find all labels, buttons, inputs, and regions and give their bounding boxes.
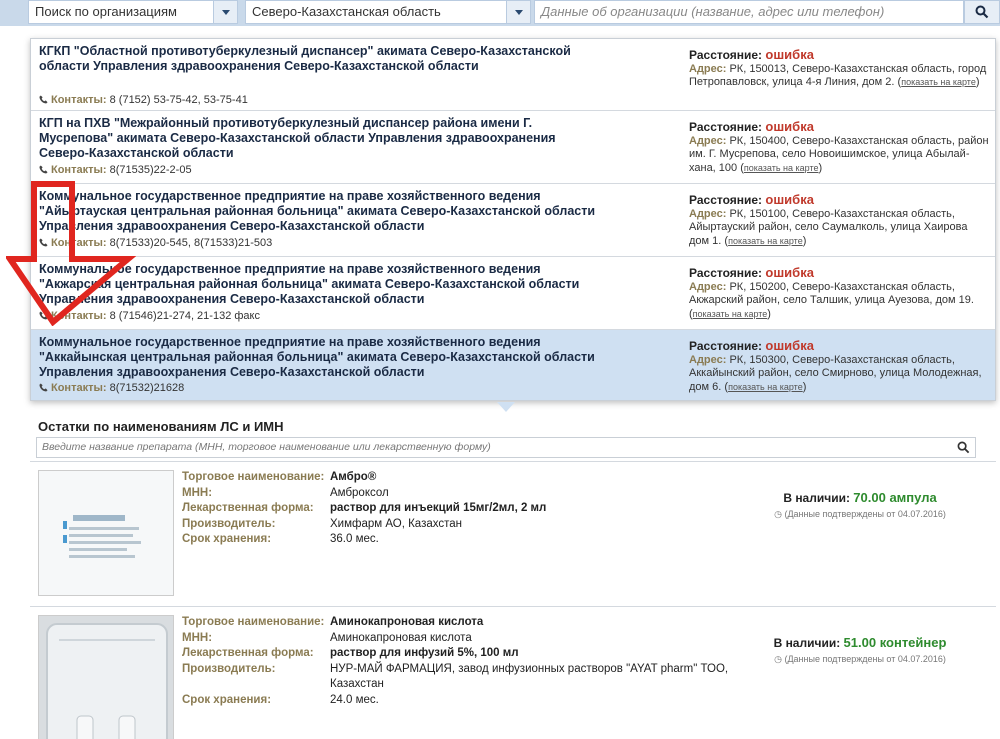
manufacturer: НУР-МАЙ ФАРМАЦИЯ, завод инфузионных раст… — [330, 662, 729, 691]
distance: Расстояние: ошибка — [689, 47, 814, 62]
drug-package-image[interactable] — [38, 615, 174, 739]
stock-quantity: 51.00 контейнер — [843, 635, 947, 650]
top-search-bar: Поиск по организациям Северо-Казахстанск… — [0, 0, 1000, 26]
distance-error: ошибка — [765, 119, 814, 134]
stock-availability: В наличии: 51.00 контейнер — [773, 635, 947, 650]
selection-pointer — [497, 402, 515, 412]
organization-list: КГКП "Областной противотуберкулезный дис… — [30, 38, 996, 401]
contacts-value: 8(71535)22-2-05 — [109, 164, 192, 176]
organization-search-placeholder: Данные об организации (название, адрес и… — [541, 4, 885, 19]
search-mode-value: Поиск по организациям — [35, 4, 177, 19]
drug-leaflet-picture — [39, 471, 173, 595]
dosage-form: раствор для инфузий 5%, 100 мл — [330, 647, 519, 659]
distance: Расстояние: ошибка — [689, 192, 814, 207]
organization-name: КГКП "Областной противотуберкулезный дис… — [39, 44, 571, 73]
page: Поиск по организациям Северо-Казахстанск… — [0, 0, 1000, 739]
distance-error: ошибка — [765, 192, 814, 207]
inn: Амброксол — [330, 486, 389, 499]
stock-availability: В наличии: 70.00 ампула — [783, 490, 937, 505]
drug-item: Торговое наименование: Аминокапроновая ки… — [30, 606, 996, 739]
clock-icon: ◷ — [774, 509, 782, 519]
distance: Расстояние: ошибка — [689, 265, 814, 280]
stock-confirmation: ◷ (Данные подтверждены от 04.07.2016) — [774, 509, 946, 519]
organization-item[interactable]: КГП на ПХВ "Межрайонный противотуберкуле… — [31, 111, 995, 184]
show-on-map-link[interactable]: показать на карте — [728, 236, 803, 246]
organization-item-selected[interactable]: Коммунальное государственное предприятие… — [31, 330, 995, 400]
organization-contacts: Контакты: 8(71535)22-2-05 — [39, 164, 192, 176]
organization-address: Адрес: РК, 150300, Северо-Казахстанская … — [689, 353, 982, 393]
organization-address: Адрес: РК, 150200, Северо-Казахстанская … — [689, 280, 974, 320]
dosage-form: раствор для инъекций 15мг/2мл, 2 мл — [330, 502, 547, 514]
clock-icon: ◷ — [774, 654, 782, 664]
drug-search-placeholder: Введите название препарата (МНН, торгово… — [42, 441, 491, 453]
drug-item: Торговое наименование: Амбро® МНН: Амброкс… — [30, 461, 996, 606]
stock-confirmation: ◷ (Данные подтверждены от 04.07.2016) — [774, 654, 946, 664]
organization-item[interactable]: Коммунальное государственное предприятие… — [31, 257, 995, 330]
organization-address: Адрес: РК, 150400, Северо-Казахстанская … — [689, 134, 989, 174]
organization-details: Расстояние: ошибка Адрес: РК, 150100, Се… — [689, 193, 989, 248]
contacts-value: 8 (7152) 53-75-42, 53-75-41 — [109, 94, 248, 106]
search-icon — [975, 5, 989, 19]
organization-name: КГП на ПХВ "Межрайонный противотуберкуле… — [39, 116, 556, 160]
show-on-map-link[interactable]: показать на карте — [728, 382, 803, 392]
organization-address: Адрес: РК, 150013, Северо-Казахстанская … — [689, 62, 987, 89]
distance: Расстояние: ошибка — [689, 119, 814, 134]
organization-search-button[interactable] — [964, 0, 1000, 24]
drug-fields: Торговое наименование: Амбро® МНН: Амброкс… — [182, 470, 742, 548]
shelf-life: 24.0 мес. — [330, 693, 379, 706]
phone-icon — [39, 383, 48, 392]
inn: Аминокапроновая кислота — [330, 631, 472, 644]
chevron-down-icon[interactable] — [213, 1, 237, 23]
region-value: Северо-Казахстанская область — [252, 4, 441, 19]
organization-address: Адрес: РК, 150100, Северо-Казахстанская … — [689, 207, 968, 247]
search-icon[interactable] — [957, 441, 970, 454]
organization-details: Расстояние: ошибка Адрес: РК, 150300, Се… — [689, 339, 989, 394]
organization-search-input[interactable]: Данные об организации (название, адрес и… — [534, 0, 964, 24]
distance-error: ошибка — [765, 338, 814, 353]
annotation-arrow-down-icon — [6, 181, 136, 326]
remains-section-title: Остатки по наименованиям ЛС и ИМН — [38, 419, 284, 434]
organization-contacts: Контакты: 8 (7152) 53-75-42, 53-75-41 — [39, 94, 248, 106]
organization-details: Расстояние: ошибка Адрес: РК, 150200, Се… — [689, 266, 989, 321]
distance-error: ошибка — [765, 265, 814, 280]
show-on-map-link[interactable]: показать на карте — [744, 163, 819, 173]
drug-package-image[interactable] — [38, 470, 174, 596]
show-on-map-link[interactable]: показать на карте — [901, 77, 976, 87]
trade-name: Амбро® — [330, 471, 377, 483]
search-mode-select[interactable]: Поиск по организациям — [28, 0, 238, 24]
organization-item[interactable]: Коммунальное государственное предприятие… — [31, 184, 995, 257]
organization-name: Коммунальное государственное предприятие… — [39, 335, 595, 379]
distance: Расстояние: ошибка — [689, 338, 814, 353]
organization-item[interactable]: КГКП "Областной противотуберкулезный дис… — [31, 39, 995, 111]
organization-details: Расстояние: ошибка Адрес: РК, 150013, Се… — [689, 48, 989, 90]
stock-quantity: 70.00 ампула — [853, 490, 937, 505]
chevron-down-icon[interactable] — [506, 1, 530, 23]
organization-details: Расстояние: ошибка Адрес: РК, 150400, Се… — [689, 120, 989, 175]
drug-fields: Торговое наименование: Аминокапроновая ки… — [182, 615, 742, 708]
infusion-bag-picture — [39, 616, 173, 739]
organization-contacts: Контакты: 8(71532)21628 — [39, 382, 184, 394]
shelf-life: 36.0 мес. — [330, 533, 379, 545]
drug-search-input[interactable]: Введите название препарата (МНН, торгово… — [36, 437, 976, 458]
distance-error: ошибка — [765, 47, 814, 62]
manufacturer: Химфарм АО, Казахстан — [330, 517, 462, 530]
show-on-map-link[interactable]: показать на карте — [693, 309, 768, 319]
region-select[interactable]: Северо-Казахстанская область — [245, 0, 531, 24]
phone-icon — [39, 95, 48, 104]
phone-icon — [39, 165, 48, 174]
contacts-value: 8(71532)21628 — [109, 382, 185, 394]
trade-name: Аминокапроновая кислота — [330, 616, 484, 628]
